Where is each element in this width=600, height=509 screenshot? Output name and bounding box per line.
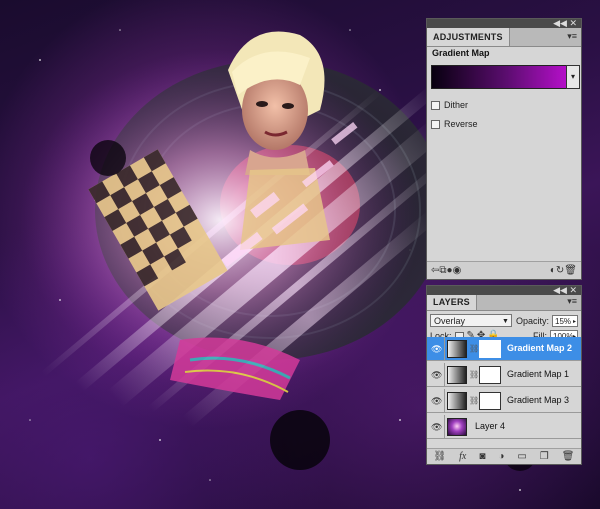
adjustment-layer-icon[interactable]: ◑ [498, 451, 504, 463]
fx-icon[interactable]: fx [459, 451, 466, 463]
panel-topbar[interactable]: ◀◀ ✕ [427, 18, 581, 28]
panel-menu-icon[interactable]: ▾≡ [567, 296, 577, 307]
adjustments-tabbar: ADJUSTMENTS ▾≡ [427, 28, 581, 47]
chevron-down-icon: ▼ [502, 318, 509, 325]
layer-name[interactable]: Layer 4 [475, 421, 505, 431]
dither-row[interactable]: Dither [431, 100, 468, 110]
adjustment-title: Gradient Map [432, 48, 490, 58]
layers-footer: ⛓ fx ◙ ◑ ▭ ❐ 🗑 [427, 448, 581, 464]
tab-adjustments[interactable]: ADJUSTMENTS [427, 28, 510, 46]
gradient-dropdown-icon[interactable]: ▾ [566, 65, 580, 89]
layer-row-gradient-map-3[interactable]: 👁 ⛓ Gradient Map 3 [427, 389, 581, 413]
eye-icon[interactable]: 👁 [431, 344, 442, 355]
layer-name[interactable]: Gradient Map 1 [507, 369, 569, 379]
layer-name[interactable]: Gradient Map 3 [507, 395, 569, 405]
opacity-field[interactable]: 15% ▸ [552, 314, 578, 327]
opacity-label: Opacity: [515, 315, 549, 326]
clip-icon[interactable]: ⧉ [439, 265, 446, 277]
link-icon[interactable]: ⛓ [469, 370, 479, 379]
trash-icon[interactable]: 🗑 [562, 451, 575, 463]
panel-topbar[interactable]: ◀◀ ✕ [427, 285, 581, 295]
opacity-value: 15% [555, 316, 572, 326]
trash-icon[interactable]: 🗑 [564, 265, 577, 277]
layer-mask-thumbnail[interactable] [479, 366, 501, 384]
double-chevron-icon[interactable]: ◀◀ ✕ [553, 285, 577, 295]
layer-mask-thumbnail[interactable] [479, 392, 501, 410]
dither-checkbox[interactable] [431, 100, 440, 110]
reverse-label: Reverse [444, 119, 478, 129]
layer-row-layer-4[interactable]: 👁 Layer 4 [427, 415, 581, 439]
link-layers-icon[interactable]: ⛓ [433, 451, 446, 463]
divider [444, 337, 445, 360]
dither-label: Dither [444, 100, 469, 110]
reverse-row[interactable]: Reverse [431, 119, 478, 129]
reset-icon[interactable]: ↻ [556, 265, 564, 277]
eye-icon[interactable]: ◉ [453, 265, 462, 277]
folder-icon[interactable]: ▭ [517, 451, 526, 463]
tab-layers[interactable]: LAYERS [427, 295, 477, 310]
divider [444, 363, 445, 386]
gradient-preview[interactable] [431, 65, 567, 89]
eye-icon[interactable]: 👁 [431, 396, 442, 407]
layer-name[interactable]: Gradient Map 2 [507, 343, 572, 353]
layer-row-gradient-map-1[interactable]: 👁 ⛓ Gradient Map 1 [427, 363, 581, 387]
adjustments-footer: ⇦ ⧉ ● ◉ ◐ ↻ 🗑 [427, 261, 581, 279]
link-icon[interactable]: ⛓ [469, 396, 479, 405]
divider [444, 389, 445, 412]
add-mask-icon[interactable]: ◙ [479, 451, 485, 463]
adjustment-thumbnail[interactable] [447, 340, 467, 358]
layer-row-gradient-map-2[interactable]: 👁 ⛓ Gradient Map 2 [427, 337, 581, 361]
layers-panel: ◀◀ ✕ LAYERS ▾≡ Overlay ▼ Opacity: 15% ▸ … [426, 285, 582, 465]
panel-menu-icon[interactable]: ▾≡ [567, 31, 577, 42]
layer-mask-thumbnail[interactable] [479, 340, 501, 358]
divider [444, 415, 445, 438]
reverse-checkbox[interactable] [431, 119, 440, 129]
link-icon[interactable]: ⛓ [469, 344, 479, 353]
blend-opacity-row: Overlay ▼ Opacity: 15% ▸ [430, 314, 578, 327]
adjustment-thumbnail[interactable] [447, 366, 467, 384]
eye-icon[interactable]: 👁 [431, 422, 442, 433]
layer-thumbnail[interactable] [447, 418, 467, 436]
adjustment-thumbnail[interactable] [447, 392, 467, 410]
back-arrow-icon[interactable]: ⇦ [431, 265, 439, 277]
blend-mode-select[interactable]: Overlay ▼ [430, 314, 512, 327]
blend-mode-value: Overlay [434, 316, 466, 326]
double-chevron-icon[interactable]: ◀◀ ✕ [553, 18, 577, 28]
new-layer-icon[interactable]: ❐ [540, 451, 549, 463]
adjustments-panel: ◀◀ ✕ ADJUSTMENTS ▾≡ Gradient Map ▾ Dithe… [426, 18, 582, 280]
chevron-right-icon: ▸ [572, 318, 576, 325]
layers-tabbar: LAYERS ▾≡ [427, 295, 581, 311]
eye-icon[interactable]: 👁 [431, 370, 442, 381]
